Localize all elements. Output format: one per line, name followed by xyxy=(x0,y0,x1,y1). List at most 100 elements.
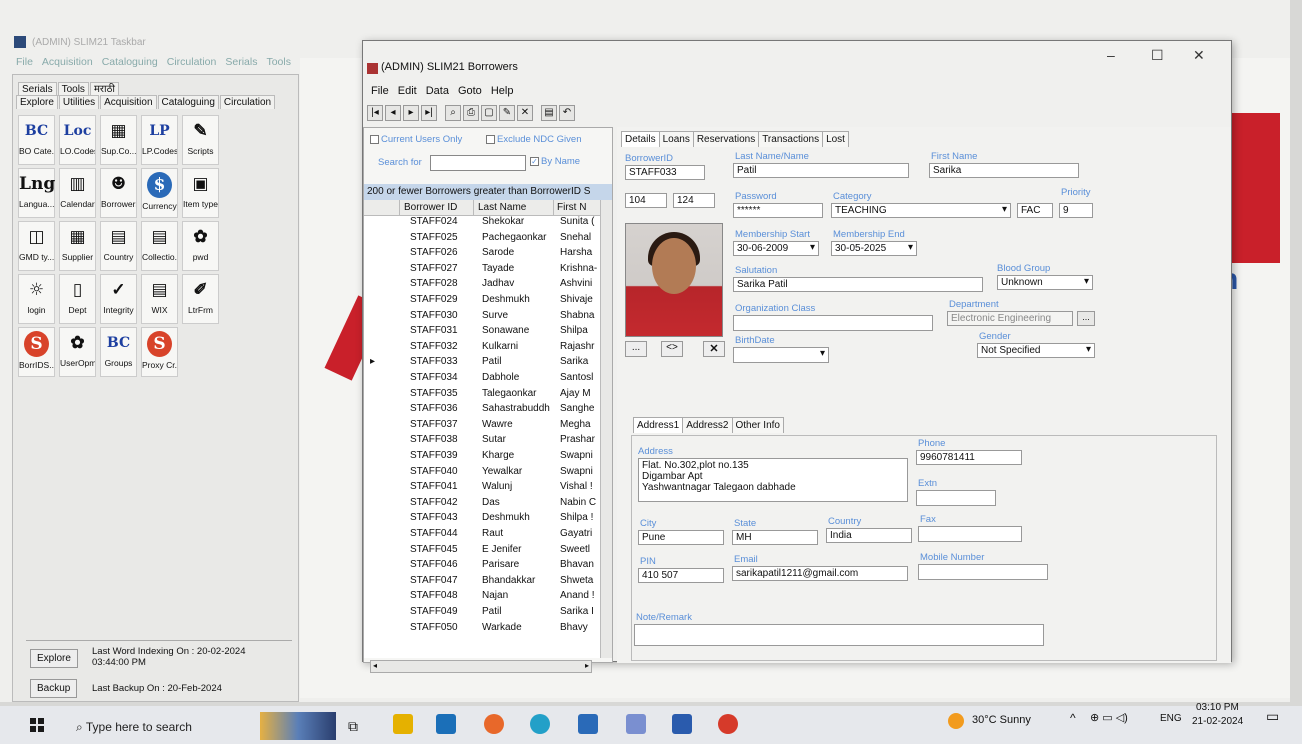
phone-field[interactable]: 9960781411 xyxy=(916,450,1022,465)
toolbar-button-1[interactable]: ◂ xyxy=(385,105,401,121)
toolbar-button-3[interactable]: ▸| xyxy=(421,105,437,121)
search-input[interactable] xyxy=(430,155,526,171)
tab-cataloguing[interactable]: Cataloguing xyxy=(157,95,219,109)
table-row[interactable]: STAFF036 Sahastrabuddh Sanghe xyxy=(364,403,612,419)
email-field[interactable]: sarikapatil1211@gmail.com xyxy=(732,566,908,581)
backup-button[interactable]: Backup xyxy=(30,679,78,698)
spin-box-2[interactable]: 124 xyxy=(673,193,715,208)
utility-ltrfrm-button[interactable]: ✐ LtrFrm xyxy=(182,274,219,324)
edge-icon[interactable] xyxy=(530,714,550,734)
word-icon[interactable] xyxy=(672,714,692,734)
task-view-icon[interactable]: ⧉ xyxy=(348,718,358,735)
bg-menu-acquisition[interactable]: Acquisition xyxy=(42,56,93,68)
tab-serials[interactable]: Serials xyxy=(18,82,57,96)
utility-useropm-button[interactable]: ✿ UserOpm xyxy=(59,327,96,377)
membership-end-field[interactable]: 30-05-2025 xyxy=(831,241,917,256)
photo-delete-button[interactable]: ✕ xyxy=(703,341,725,357)
tab-address1[interactable]: Address1 xyxy=(633,417,684,433)
utility-borrowers-button[interactable]: ☻ Borrowers xyxy=(100,168,137,218)
menu-goto[interactable]: Goto xyxy=(458,85,482,97)
utility-bocate-button[interactable]: BC BO Cate... xyxy=(18,115,55,165)
birthdate-field[interactable] xyxy=(733,347,829,363)
table-row[interactable]: STAFF030 Surve Shabna xyxy=(364,310,612,326)
toolbar-button-9[interactable]: ▤ xyxy=(541,105,557,121)
by-name-checkbox[interactable]: ✓ By Name xyxy=(530,156,580,167)
address-field[interactable]: Flat. No.302,plot no.135 Digambar Apt Yash… xyxy=(638,458,908,502)
tab-marathi[interactable]: मराठी xyxy=(89,82,119,96)
city-field[interactable]: Pune xyxy=(638,530,724,545)
utility-country-button[interactable]: ▤ Country xyxy=(100,221,137,271)
table-row[interactable]: STAFF044 Raut Gayatri xyxy=(364,528,612,544)
utility-supco-button[interactable]: ▦ Sup.Co... xyxy=(100,115,137,165)
toolbar-button-10[interactable]: ↶ xyxy=(559,105,575,121)
tab-acquisition[interactable]: Acquisition xyxy=(100,95,157,109)
table-row[interactable]: STAFF039 Kharge Swapni xyxy=(364,450,612,466)
tab-explore[interactable]: Explore xyxy=(16,95,58,109)
maximize-button[interactable]: ☐ xyxy=(1151,47,1164,64)
tab-circulation[interactable]: Circulation xyxy=(219,95,276,109)
first-name-field[interactable]: Sarika xyxy=(929,163,1079,178)
table-row[interactable]: STAFF047 Bhandakkar Shweta xyxy=(364,575,612,591)
notification-icon[interactable]: ▭ xyxy=(1266,708,1279,725)
utility-wix-button[interactable]: ▤ WIX xyxy=(141,274,178,324)
utility-itemtypes-button[interactable]: ▣ Item types xyxy=(182,168,219,218)
utility-currency-button[interactable]: $ Currency xyxy=(141,168,178,218)
photo-view-button[interactable]: <> xyxy=(661,341,683,357)
state-field[interactable]: MH xyxy=(732,530,818,545)
blood-group-dropdown[interactable]: Unknown xyxy=(997,275,1093,290)
col-borrower-id[interactable]: Borrower ID xyxy=(400,200,474,216)
utility-pwd-button[interactable]: ✿ pwd xyxy=(182,221,219,271)
table-row[interactable]: STAFF037 Wawre Megha xyxy=(364,419,612,435)
minimize-button[interactable]: – xyxy=(1107,47,1115,63)
table-row[interactable]: STAFF026 Sarode Harsha xyxy=(364,247,612,263)
mobile-field[interactable] xyxy=(918,564,1048,580)
utility-locodes-button[interactable]: Loc LO.Codes xyxy=(59,115,96,165)
priority-spinner[interactable]: 9 xyxy=(1059,203,1093,218)
taskbar-search[interactable]: ⌕ Type here to search xyxy=(76,720,192,735)
firefox-icon[interactable] xyxy=(484,714,504,734)
utility-scripts-button[interactable]: ✎ Scripts xyxy=(182,115,219,165)
weather-text[interactable]: 30°C Sunny xyxy=(972,714,1031,726)
tab-other-info[interactable]: Other Info xyxy=(731,417,784,433)
tab-utilities[interactable]: Utilities xyxy=(58,95,100,109)
tab-details[interactable]: Details xyxy=(621,131,660,147)
clock-time[interactable]: 03:10 PM xyxy=(1196,702,1239,713)
toolbar-button-7[interactable]: ✎ xyxy=(499,105,515,121)
table-row[interactable]: STAFF050 Warkade Bhavy xyxy=(364,622,612,638)
bg-menu-tools[interactable]: Tools xyxy=(266,56,291,68)
extn-field[interactable] xyxy=(916,490,996,506)
toolbar-button-2[interactable]: ▸ xyxy=(403,105,419,121)
tab-tools[interactable]: Tools xyxy=(57,82,89,96)
table-row[interactable]: STAFF027 Tayade Krishna- xyxy=(364,263,612,279)
app-icon-v[interactable] xyxy=(626,714,646,734)
country-field[interactable]: India xyxy=(826,528,912,543)
toolbar-button-6[interactable]: ▢ xyxy=(481,105,497,121)
table-row[interactable]: STAFF041 Walunj Vishal ! xyxy=(364,481,612,497)
note-field[interactable] xyxy=(634,624,1044,646)
department-browse-button[interactable]: ... xyxy=(1077,311,1095,326)
borrower-id-field[interactable]: STAFF033 xyxy=(625,165,705,180)
table-row[interactable]: STAFF046 Parisare Bhavan xyxy=(364,559,612,575)
col-first-name[interactable]: First N xyxy=(554,200,600,216)
clock-date[interactable]: 21-02-2024 xyxy=(1192,716,1243,727)
table-row[interactable]: STAFF034 Dabhole Santosl xyxy=(364,372,612,388)
close-button[interactable]: ✕ xyxy=(1193,47,1205,64)
menu-data[interactable]: Data xyxy=(426,85,449,97)
slim21-icon[interactable] xyxy=(718,714,738,734)
toolbar-button-0[interactable]: |◂ xyxy=(367,105,383,121)
tab-address2[interactable]: Address2 xyxy=(682,417,733,433)
photo-browse-button[interactable]: ... xyxy=(625,341,647,357)
file-explorer-icon[interactable] xyxy=(393,714,413,734)
bg-menu-cataloguing[interactable]: Cataloguing xyxy=(102,56,158,68)
current-users-checkbox[interactable]: Current Users Only xyxy=(370,134,462,145)
start-icon[interactable] xyxy=(30,718,44,732)
org-class-field[interactable] xyxy=(733,315,933,331)
password-field[interactable]: ****** xyxy=(733,203,823,218)
utility-borrids-button[interactable]: S BorrIDS... xyxy=(18,327,55,377)
horizontal-scrollbar[interactable]: ◂ ▸ xyxy=(370,660,592,673)
toolbar-button-8[interactable]: ✕ xyxy=(517,105,533,121)
table-row[interactable]: STAFF042 Das Nabin C xyxy=(364,497,612,513)
utility-lpcodes-button[interactable]: LP LP.Codes xyxy=(141,115,178,165)
tab-lost[interactable]: Lost xyxy=(822,131,849,147)
tab-loans[interactable]: Loans xyxy=(658,131,694,147)
